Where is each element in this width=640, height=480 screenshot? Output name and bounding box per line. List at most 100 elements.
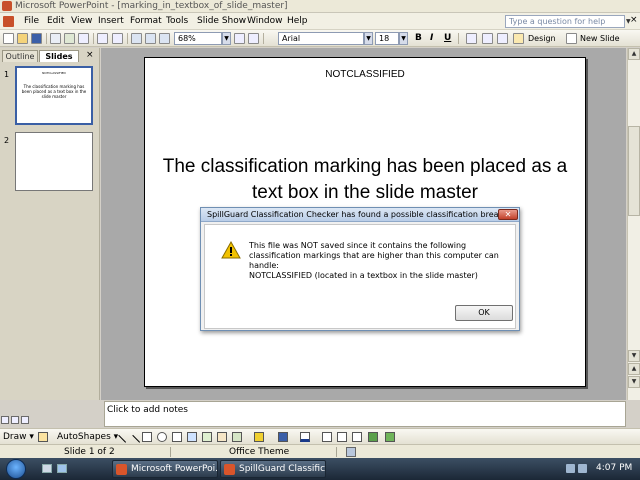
select-pointer-icon[interactable] [38, 432, 48, 442]
taskbar-powerpoint[interactable]: Microsoft PowerPoi... [112, 460, 218, 478]
menu-file[interactable]: File [24, 16, 39, 26]
slide-thumbnail-1[interactable]: NOTCLASSIFIED The classification marking… [15, 66, 93, 125]
network-icon[interactable] [578, 464, 587, 473]
picture-icon[interactable] [232, 432, 242, 442]
italic-button[interactable]: I [430, 33, 433, 43]
dialog-message: This file was NOT saved since it contain… [249, 241, 499, 270]
insert-chart-icon[interactable] [145, 33, 156, 44]
open-folder-icon[interactable] [17, 33, 28, 44]
tab-slides[interactable]: Slides [39, 50, 79, 62]
diagram-icon[interactable] [202, 432, 212, 442]
rectangle-tool-icon[interactable] [142, 432, 152, 442]
autoshapes-menu-button[interactable]: AutoShapes ▾ [57, 432, 118, 442]
zoom-combo[interactable]: 68% [174, 32, 222, 45]
dialog-close-button[interactable]: ✕ [498, 209, 518, 220]
save-icon[interactable] [31, 33, 42, 44]
redo-icon[interactable] [112, 33, 123, 44]
menu-edit[interactable]: Edit [47, 16, 64, 26]
slide-marking-textbox[interactable]: NOTCLASSIFIED [145, 69, 585, 80]
print-icon[interactable] [50, 33, 61, 44]
previous-slide-icon[interactable]: ▲ [628, 363, 640, 375]
menu-help[interactable]: Help [287, 16, 308, 26]
clipart-icon[interactable] [217, 432, 227, 442]
new-file-icon[interactable] [3, 33, 14, 44]
normal-view-icon[interactable] [1, 416, 9, 424]
toolbar-separator [458, 33, 459, 44]
chevron-down-icon[interactable]: ▼ [399, 32, 408, 45]
arrow-style-icon[interactable] [352, 432, 362, 442]
underline-button[interactable]: U [444, 33, 451, 43]
powerpoint-app-icon [116, 464, 127, 475]
notes-pane[interactable]: Click to add notes [104, 401, 626, 427]
tab-outline[interactable]: Outline [2, 50, 38, 62]
line-style-icon[interactable] [322, 432, 332, 442]
menu-view[interactable]: View [71, 16, 92, 26]
align-left-icon[interactable] [466, 33, 477, 44]
fill-color-icon[interactable] [254, 432, 264, 442]
close-pane-icon[interactable]: × [86, 50, 94, 60]
scroll-down-icon[interactable]: ▼ [628, 350, 640, 362]
menu-tools[interactable]: Tools [166, 16, 188, 26]
dash-style-icon[interactable] [337, 432, 347, 442]
spelling-icon[interactable] [78, 33, 89, 44]
insert-table-icon[interactable] [131, 33, 142, 44]
line-color-icon[interactable] [278, 432, 288, 442]
slide-sorter-icon[interactable] [11, 416, 19, 424]
toolbar-separator [127, 33, 128, 44]
switch-windows-icon[interactable] [57, 464, 67, 473]
scroll-up-icon[interactable]: ▲ [628, 48, 640, 60]
menu-slide-show[interactable]: Slide Show [197, 16, 246, 26]
help-icon[interactable] [234, 33, 245, 44]
document-icon[interactable] [3, 16, 14, 27]
taskbar-spillguard[interactable]: SpillGuard Classifica... [220, 460, 326, 478]
spelling-status-icon[interactable] [346, 447, 356, 457]
decrease-font-icon[interactable] [497, 33, 508, 44]
font-color-icon[interactable] [300, 432, 310, 442]
thumbnail-number: 2 [4, 136, 10, 145]
vertical-scrollbar[interactable]: ▲ ▼ ▲ ▼ [627, 48, 640, 400]
scroll-thumb[interactable] [628, 126, 640, 216]
menu-window[interactable]: Window [247, 16, 283, 26]
design-icon[interactable] [513, 33, 524, 44]
font-combo[interactable]: Arial [278, 32, 364, 45]
preview-icon[interactable] [64, 33, 75, 44]
shadow-style-icon[interactable] [368, 432, 378, 442]
wordart-icon[interactable] [187, 432, 197, 442]
ok-button[interactable]: OK [455, 305, 513, 321]
slide-show-icon[interactable] [21, 416, 29, 424]
chevron-down-icon[interactable]: ▼ [364, 32, 373, 45]
font-size-combo[interactable]: 18 [375, 32, 399, 45]
next-slide-icon[interactable]: ▼ [628, 376, 640, 388]
window-title-bar: Microsoft PowerPoint - [marking_in_textb… [0, 0, 640, 13]
powerpoint-app-icon[interactable] [2, 1, 12, 11]
help-search-input[interactable]: Type a question for help [505, 15, 625, 28]
menu-insert[interactable]: Insert [98, 16, 124, 26]
toolbar-separator [263, 33, 264, 44]
classification-breach-dialog: SpillGuard Classification Checker has fo… [200, 207, 520, 331]
menu-format[interactable]: Format [130, 16, 162, 26]
new-slide-icon[interactable] [566, 33, 577, 44]
increase-font-icon[interactable] [482, 33, 493, 44]
draw-menu-button[interactable]: Draw ▾ [3, 432, 34, 442]
textbox-tool-icon[interactable] [172, 432, 182, 442]
undo-icon[interactable] [97, 33, 108, 44]
oval-tool-icon[interactable] [157, 432, 167, 442]
3d-style-icon[interactable] [385, 432, 395, 442]
start-button[interactable] [6, 459, 26, 479]
bold-button[interactable]: B [415, 33, 422, 43]
new-slide-button[interactable]: New Slide [580, 34, 620, 43]
close-document-icon[interactable]: × [630, 15, 638, 25]
design-button[interactable]: Design [528, 34, 556, 43]
slide-thumbnail-2[interactable] [15, 132, 93, 191]
show-desktop-icon[interactable] [42, 464, 52, 473]
dialog-title-bar[interactable]: SpillGuard Classification Checker has fo… [201, 208, 519, 222]
tray-arrow-icon[interactable] [566, 464, 575, 473]
chevron-down-icon[interactable]: ▼ [222, 32, 231, 45]
notes-placeholder[interactable]: Click to add notes [107, 405, 188, 415]
window-title: Microsoft PowerPoint - [marking_in_textb… [15, 1, 288, 11]
insert-picture-icon[interactable] [159, 33, 170, 44]
toolbar-separator [46, 33, 47, 44]
clock[interactable]: 4:07 PM [596, 463, 632, 473]
help-assistant-icon[interactable] [248, 33, 259, 44]
slide-body-text[interactable]: The classification marking has been plac… [155, 154, 575, 206]
